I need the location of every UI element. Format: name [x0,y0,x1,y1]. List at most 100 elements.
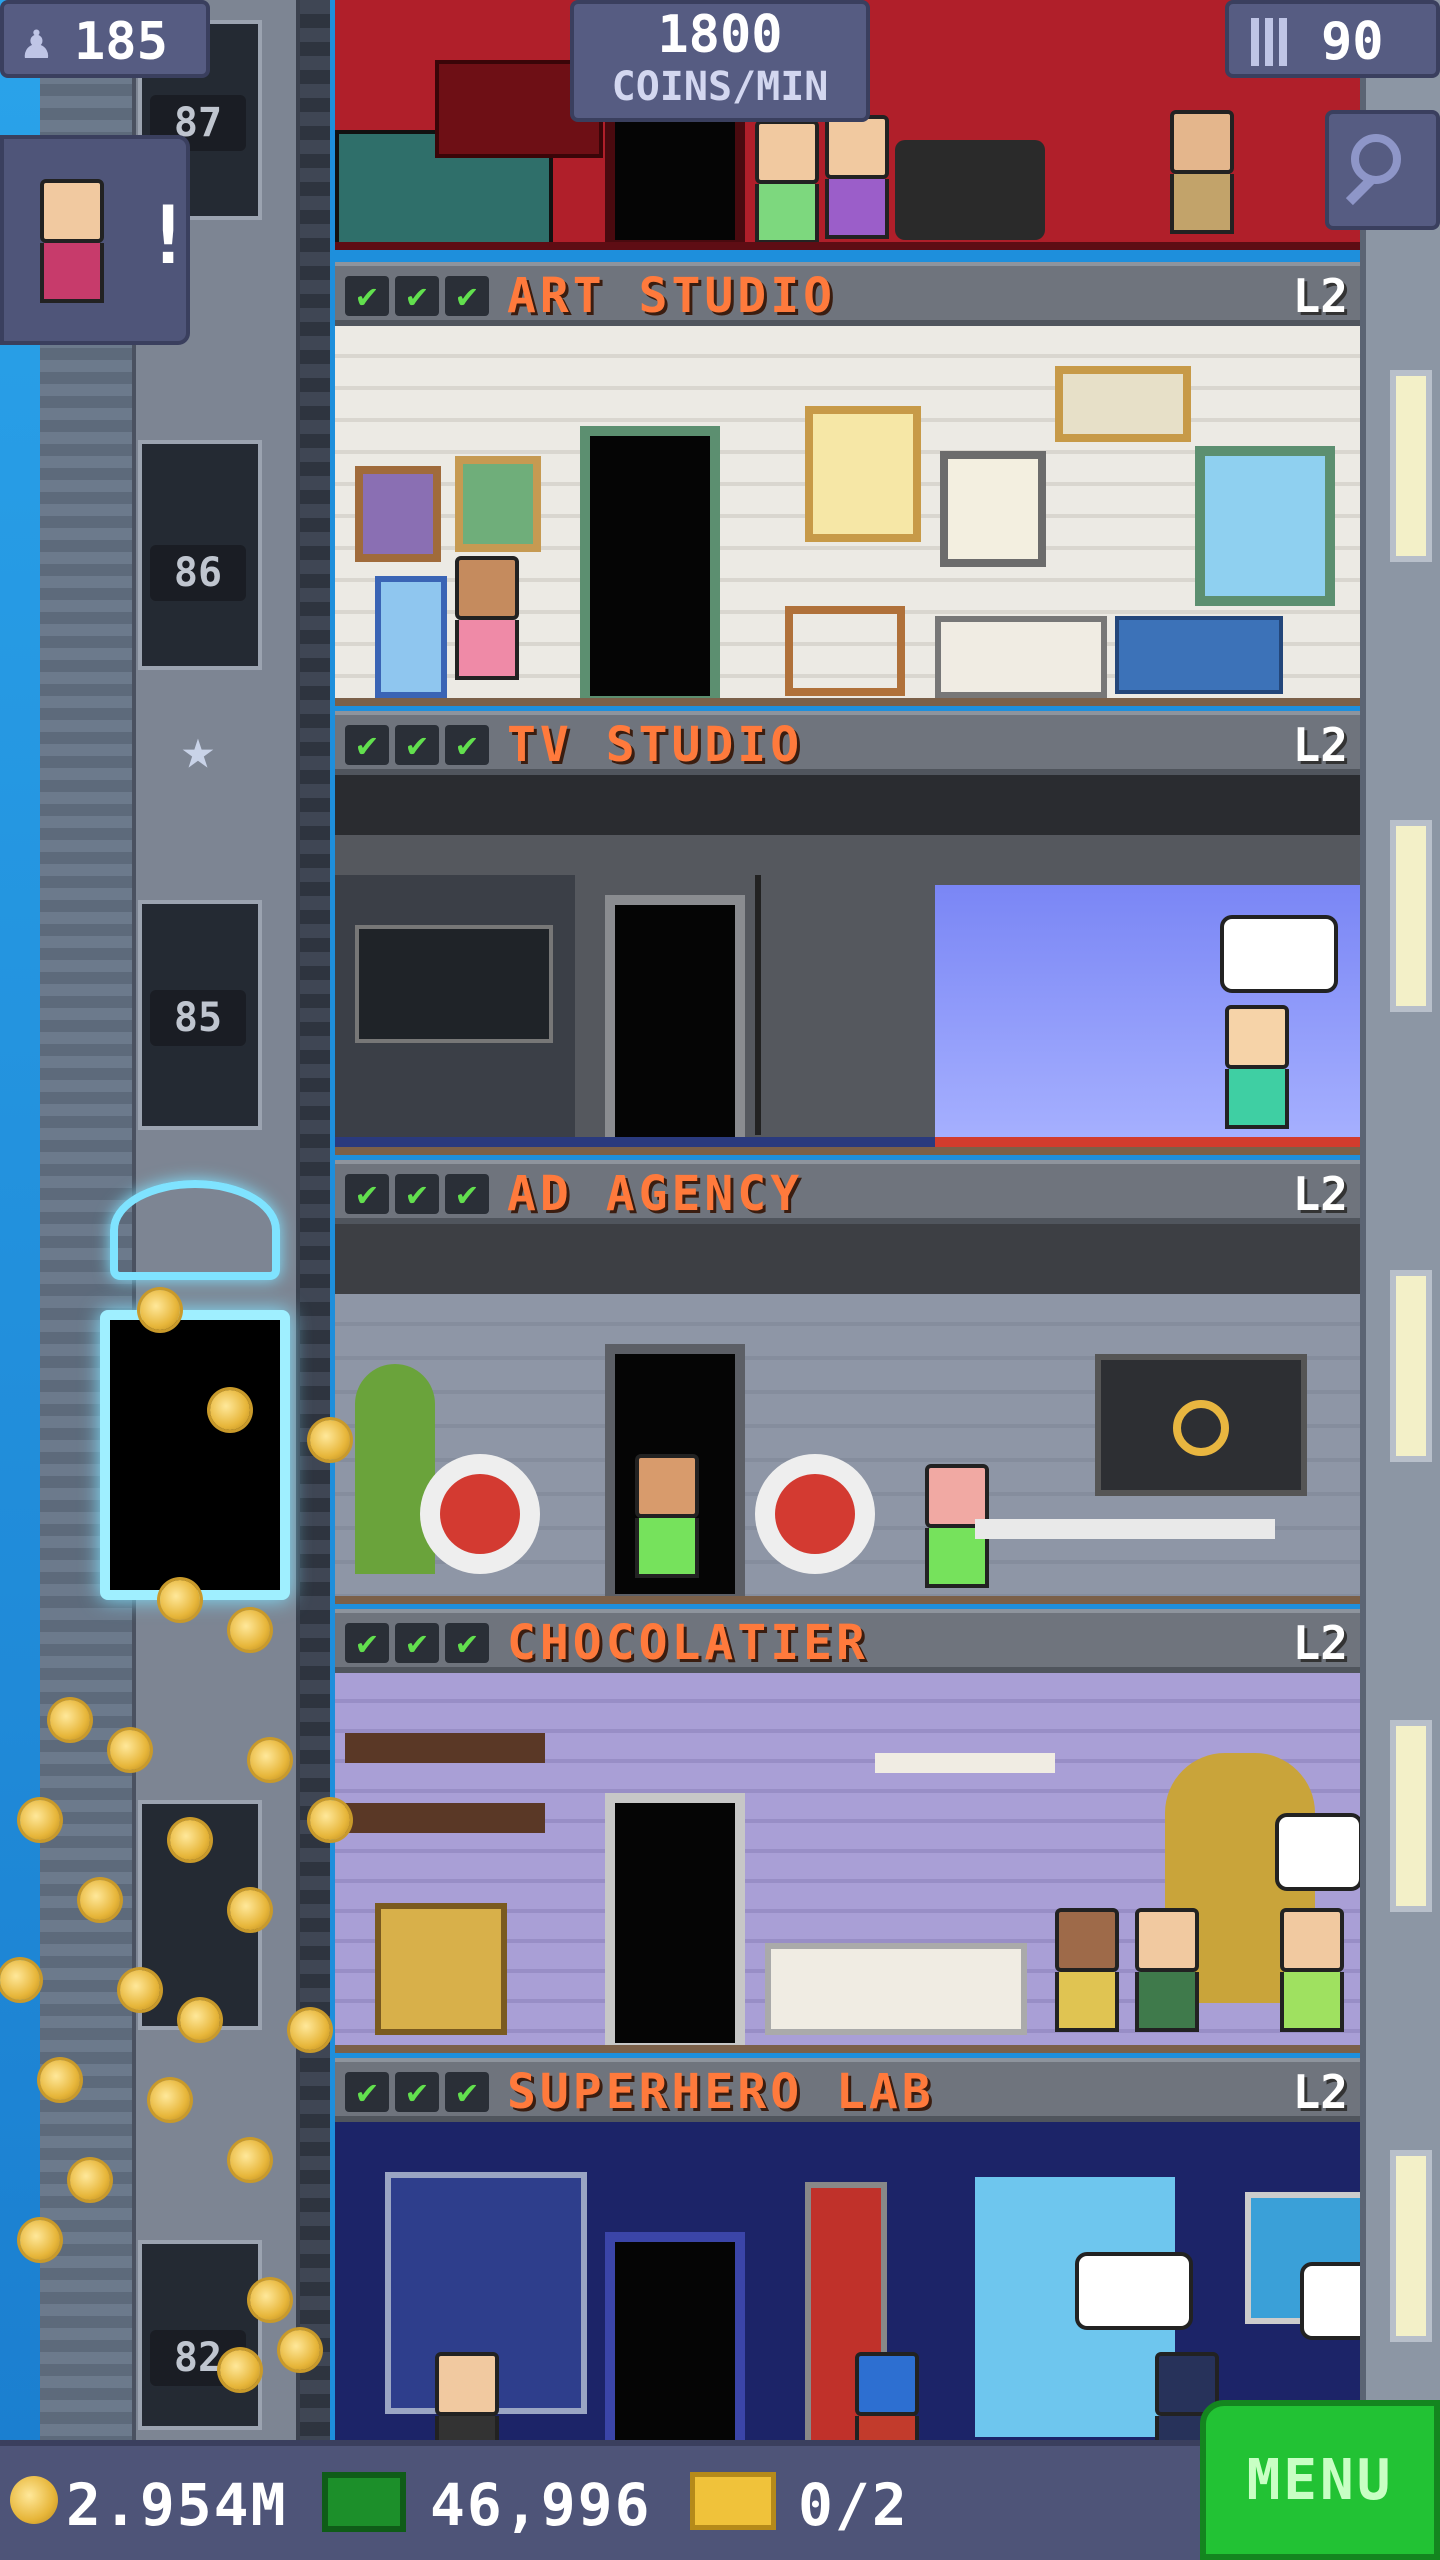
floor-level: L2 [1292,1167,1348,1221]
check-icon: ✔ [445,276,489,316]
bux-total[interactable]: 46,996 [430,2471,652,2539]
door [580,426,720,698]
person-icon: ♟ [22,14,51,70]
painting [455,456,541,552]
door [605,1793,745,2045]
elevator-crown [110,1180,280,1280]
room-tv-studio[interactable] [335,775,1360,1155]
truffle-shelf [875,1753,1055,1773]
canvas [375,576,447,698]
easel-table [785,606,905,696]
bux-icon [322,2472,406,2532]
stock-checks: ✔ ✔ ✔ [345,2072,489,2112]
painting [805,406,921,542]
tickets-count[interactable]: 0/2 [798,2471,909,2539]
wall-light [1390,370,1432,562]
resident[interactable] [455,556,525,680]
painting [940,451,1046,567]
search-button[interactable] [1325,110,1440,230]
population-counter[interactable]: ♟ 185 [0,0,210,78]
check-icon: ✔ [395,1623,439,1663]
falling-coins [0,1280,360,2440]
speech-bubble[interactable] [1300,2262,1360,2340]
desk [975,1519,1275,1539]
floor-strip [335,1137,935,1147]
room-chocolatier[interactable] [335,1673,1360,2053]
room-ad-agency[interactable] [335,1224,1360,1604]
floor-level: L2 [1292,1616,1348,1670]
coins-total[interactable]: 2.954M [66,2471,288,2539]
visitor-notification[interactable]: ! [0,135,193,345]
floor-name: CHOCOLATIER [507,1615,869,1671]
floor-strip [935,1137,1360,1147]
menu-button[interactable]: MENU [1200,2400,1440,2560]
ticket-icon [690,2472,776,2530]
floor-header-superhero-lab[interactable]: ✔ ✔ ✔ SUPERHERO LAB L2 [335,2058,1360,2122]
floor-header-ad-agency[interactable]: ✔ ✔ ✔ AD AGENCY L2 [335,1160,1360,1224]
chocolate-shelf [345,1803,545,1833]
sofa [895,140,1045,240]
ceiling-lights [335,1224,1360,1294]
wall-light [1390,820,1432,1012]
speech-bubble[interactable] [1075,2252,1193,2330]
chocolate-vat [375,1903,507,2035]
magnifier-icon [1351,134,1401,184]
resident[interactable] [635,1454,705,1578]
coin-rate-unit: COINS/MIN [611,64,829,110]
resident[interactable] [435,2352,505,2440]
check-icon: ✔ [395,276,439,316]
resident[interactable] [1055,1908,1125,2032]
egg-chair [755,1454,875,1574]
floor-name: TV STUDIO [507,717,804,773]
room-art-studio[interactable] [335,326,1360,706]
resident[interactable] [825,115,895,239]
floor-header-art-studio[interactable]: ✔ ✔ ✔ ART STUDIO L2 [335,262,1360,326]
check-icon: ✔ [395,1174,439,1214]
resident[interactable] [1170,110,1240,234]
floor-level: L2 [1292,2065,1348,2119]
star-icon: ★ [181,717,215,782]
check-icon: ✔ [445,2072,489,2112]
floor-name: SUPERHERO LAB [507,2064,935,2120]
check-icon: ✔ [345,1174,389,1214]
door [605,895,745,1147]
magnifier-handle [1345,176,1375,206]
wall-light [1390,2150,1432,2342]
speech-bubble[interactable] [1220,915,1338,993]
check-icon: ✔ [395,2072,439,2112]
population-value: 185 [74,12,168,72]
check-icon: ✔ [445,1174,489,1214]
floor-header-chocolatier[interactable]: ✔ ✔ ✔ CHOCOLATIER L2 [335,1609,1360,1673]
window [1195,446,1335,606]
stock-checks: ✔ ✔ ✔ [345,1174,489,1214]
floor-level: L2 [1292,718,1348,772]
check-icon: ✔ [345,276,389,316]
camera-stand [755,875,941,1135]
floor-count[interactable]: 90 [1225,0,1440,78]
painting [355,466,441,562]
wall-light [1390,1720,1432,1912]
floor-header-tv-studio[interactable]: ✔ ✔ ✔ TV STUDIO L2 [335,711,1360,775]
resident[interactable] [1280,1908,1350,2032]
notification-mark: ! [144,189,193,282]
chocolate-shelf [345,1733,545,1763]
painting [1055,366,1191,442]
coin-rate-panel: 1800 COINS/MIN [570,0,870,122]
bench [935,616,1107,698]
stock-checks: ✔ ✔ ✔ [345,1623,489,1663]
building-icon [1251,18,1291,66]
resident[interactable] [1225,1005,1295,1129]
coin-rate-value: 1800 [657,5,783,65]
monitors [355,925,553,1043]
floor-name: ART STUDIO [507,268,836,324]
resident[interactable] [855,2352,925,2440]
resident[interactable] [755,120,825,242]
stock-checks: ✔ ✔ ✔ [345,276,489,316]
speech-bubble[interactable] [1275,1813,1360,1891]
floor-level: L2 [1292,269,1348,323]
plant [355,1364,435,1574]
check-icon: ✔ [395,725,439,765]
resident[interactable] [1135,1908,1205,2032]
room-superhero-lab[interactable] [335,2122,1360,2440]
check-icon: ✔ [445,1623,489,1663]
